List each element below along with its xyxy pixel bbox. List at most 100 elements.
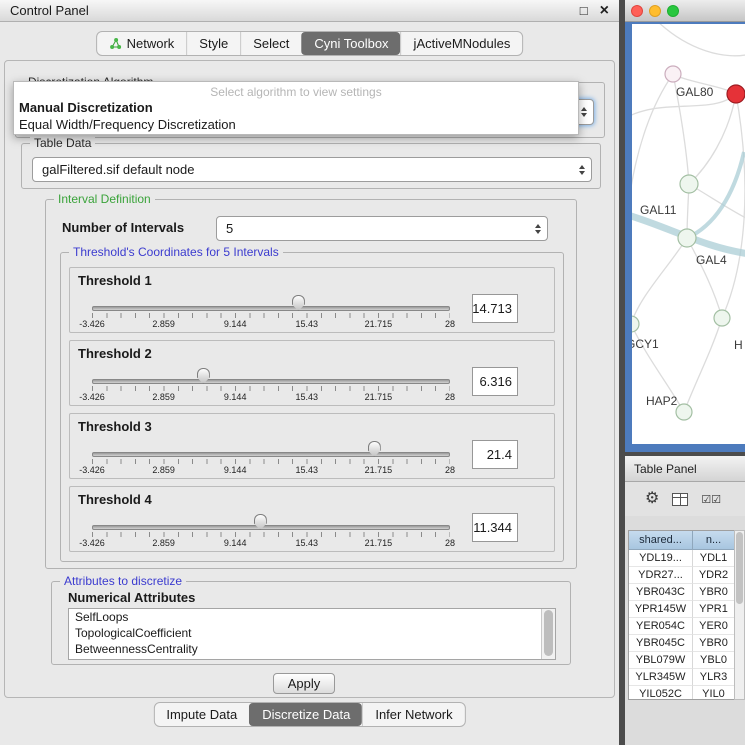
threshold-value-field[interactable]: 11.344 bbox=[472, 513, 518, 542]
select-checkboxes-icon[interactable]: ☑☑ bbox=[701, 493, 721, 506]
tab-network[interactable]: Network bbox=[97, 32, 187, 55]
scale-tick-label: 28 bbox=[445, 538, 455, 548]
group-title: Interval Definition bbox=[54, 192, 155, 206]
control-panel-titlebar: Control Panel □ × bbox=[0, 0, 619, 22]
threshold-scale: -3.4262.8599.14415.4321.71528 bbox=[92, 538, 450, 549]
table-cell: YBR0 bbox=[693, 635, 735, 652]
float-window-icon[interactable]: □ bbox=[580, 4, 588, 17]
scrollbar-thumb[interactable] bbox=[544, 610, 553, 656]
algorithm-dropdown-popup: Select algorithm to view settings Manual… bbox=[13, 81, 579, 135]
tab-label: Impute Data bbox=[166, 707, 237, 722]
tab-select[interactable]: Select bbox=[240, 32, 301, 55]
table-column-header[interactable]: n... bbox=[693, 531, 735, 550]
numerical-attributes-list[interactable]: SelfLoopsTopologicalCoefficientBetweenne… bbox=[68, 608, 556, 660]
network-node[interactable] bbox=[714, 310, 730, 326]
scale-tick-label: 2.859 bbox=[152, 538, 175, 548]
mac-minimize-button[interactable] bbox=[649, 5, 661, 17]
network-node[interactable] bbox=[727, 85, 745, 103]
threshold-value-field[interactable]: 6.316 bbox=[472, 367, 518, 396]
slider-thumb[interactable] bbox=[197, 368, 210, 384]
threshold-value-field[interactable]: 21.4 bbox=[472, 440, 518, 469]
scale-tick-label: 2.859 bbox=[152, 392, 175, 402]
scale-tick-label: -3.426 bbox=[79, 538, 105, 548]
gear-icon[interactable]: ⚙ bbox=[645, 491, 659, 507]
table-scrollbar[interactable] bbox=[734, 530, 745, 700]
dropdown-hint: Select algorithm to view settings bbox=[14, 82, 578, 99]
threshold-slider[interactable] bbox=[92, 379, 450, 384]
table-body: YDL19...YDL1YDR27...YDR2YBR043CYBR0YPR14… bbox=[629, 550, 735, 700]
group-title: Table Data bbox=[30, 136, 95, 150]
num-intervals-label: Number of Intervals bbox=[62, 220, 184, 235]
scale-tick-label: 2.859 bbox=[152, 319, 175, 329]
threshold-slider[interactable] bbox=[92, 306, 450, 311]
threshold-slider[interactable] bbox=[92, 452, 450, 457]
tab-cyni-toolbox[interactable]: Cyni Toolbox bbox=[301, 32, 400, 55]
table-panel-window: Table Panel ⚙ ☑☑ shared...n... YDL19...Y… bbox=[625, 456, 745, 745]
table-row[interactable]: YPR145WYPR1 bbox=[629, 601, 735, 618]
attribute-item[interactable]: SelfLoops bbox=[69, 609, 555, 625]
scale-tick-label: 15.43 bbox=[296, 392, 319, 402]
dropdown-option-equal-width[interactable]: Equal Width/Frequency Discretization bbox=[14, 116, 578, 133]
table-row[interactable]: YBR043CYBR0 bbox=[629, 584, 735, 601]
network-node[interactable] bbox=[676, 404, 692, 420]
thresholds-group: Threshold's Coordinates for 5 Intervals … bbox=[60, 252, 564, 562]
num-intervals-combo[interactable]: 5 bbox=[216, 216, 548, 241]
scrollbar-thumb[interactable] bbox=[736, 532, 743, 604]
table-row[interactable]: YLR345WYLR3 bbox=[629, 669, 735, 686]
table-row[interactable]: YDL19...YDL1 bbox=[629, 550, 735, 567]
network-node[interactable] bbox=[665, 66, 681, 82]
tab-style[interactable]: Style bbox=[186, 32, 240, 55]
table-row[interactable]: YBL079WYBL0 bbox=[629, 652, 735, 669]
combo-stepper-icon bbox=[581, 107, 587, 117]
slider-thumb[interactable] bbox=[368, 441, 381, 457]
table-panel-titlebar: Table Panel bbox=[625, 456, 745, 482]
network-canvas[interactable]: GAL80GAL11GAL4GCY1HHAP2 bbox=[632, 24, 745, 444]
bottom-tab-bar: Impute Data Discretize Data Infer Networ… bbox=[153, 702, 465, 727]
table-cell: YER0 bbox=[693, 618, 735, 635]
group-title: Attributes to discretize bbox=[60, 574, 186, 588]
threshold-label: Threshold 1 bbox=[78, 273, 152, 288]
table-row[interactable]: YER054CYER0 bbox=[629, 618, 735, 635]
tab-impute-data[interactable]: Impute Data bbox=[154, 703, 249, 726]
table-data-group: Table Data galFiltered.sif default node bbox=[21, 143, 601, 189]
table-data-combo[interactable]: galFiltered.sif default node bbox=[32, 157, 592, 182]
attribute-item[interactable]: TopologicalCoefficient bbox=[69, 625, 555, 641]
close-icon[interactable]: × bbox=[600, 3, 609, 19]
threshold-slider[interactable] bbox=[92, 525, 450, 530]
node-label: GCY1 bbox=[632, 337, 659, 351]
table-row[interactable]: YBR045CYBR0 bbox=[629, 635, 735, 652]
threshold-value-field[interactable]: 14.713 bbox=[472, 294, 518, 323]
node-label: GAL4 bbox=[696, 253, 727, 267]
network-node[interactable] bbox=[678, 229, 696, 247]
apply-button[interactable]: Apply bbox=[273, 673, 335, 694]
panel-title: Control Panel bbox=[10, 3, 89, 18]
slider-thumb[interactable] bbox=[254, 514, 267, 530]
scale-tick-label: -3.426 bbox=[79, 319, 105, 329]
table-row[interactable]: YIL052CYIL0 bbox=[629, 686, 735, 700]
network-node[interactable] bbox=[632, 316, 639, 332]
table-column-header[interactable]: shared... bbox=[629, 531, 693, 550]
top-tab-bar: Network Style Select Cyni Toolbox jActiv… bbox=[96, 31, 524, 56]
group-title: Threshold's Coordinates for 5 Intervals bbox=[69, 245, 283, 259]
table-cell: YBR043C bbox=[629, 584, 693, 601]
interval-definition-group: Interval Definition Number of Intervals … bbox=[45, 199, 577, 569]
slider-ticks bbox=[92, 532, 450, 537]
table-row[interactable]: YDR27...YDR2 bbox=[629, 567, 735, 584]
scale-tick-label: 21.715 bbox=[365, 319, 393, 329]
node-label: GAL80 bbox=[676, 85, 714, 99]
threshold-scale: -3.4262.8599.14415.4321.71528 bbox=[92, 465, 450, 476]
tab-label: Infer Network bbox=[375, 707, 452, 722]
network-icon bbox=[109, 37, 122, 50]
tab-jactivemnodules[interactable]: jActiveMNodules bbox=[401, 32, 523, 55]
slider-ticks bbox=[92, 386, 450, 391]
network-node[interactable] bbox=[680, 175, 698, 193]
tab-discretize-data[interactable]: Discretize Data bbox=[249, 703, 362, 726]
dropdown-option-manual[interactable]: Manual Discretization bbox=[14, 99, 578, 116]
list-scrollbar[interactable] bbox=[541, 609, 555, 659]
slider-thumb[interactable] bbox=[292, 295, 305, 311]
mac-zoom-button[interactable] bbox=[667, 5, 679, 17]
tab-infer-network[interactable]: Infer Network bbox=[362, 703, 464, 726]
mac-close-button[interactable] bbox=[631, 5, 643, 17]
column-selector-icon[interactable] bbox=[672, 493, 688, 506]
attribute-item[interactable]: BetweennessCentrality bbox=[69, 641, 555, 657]
